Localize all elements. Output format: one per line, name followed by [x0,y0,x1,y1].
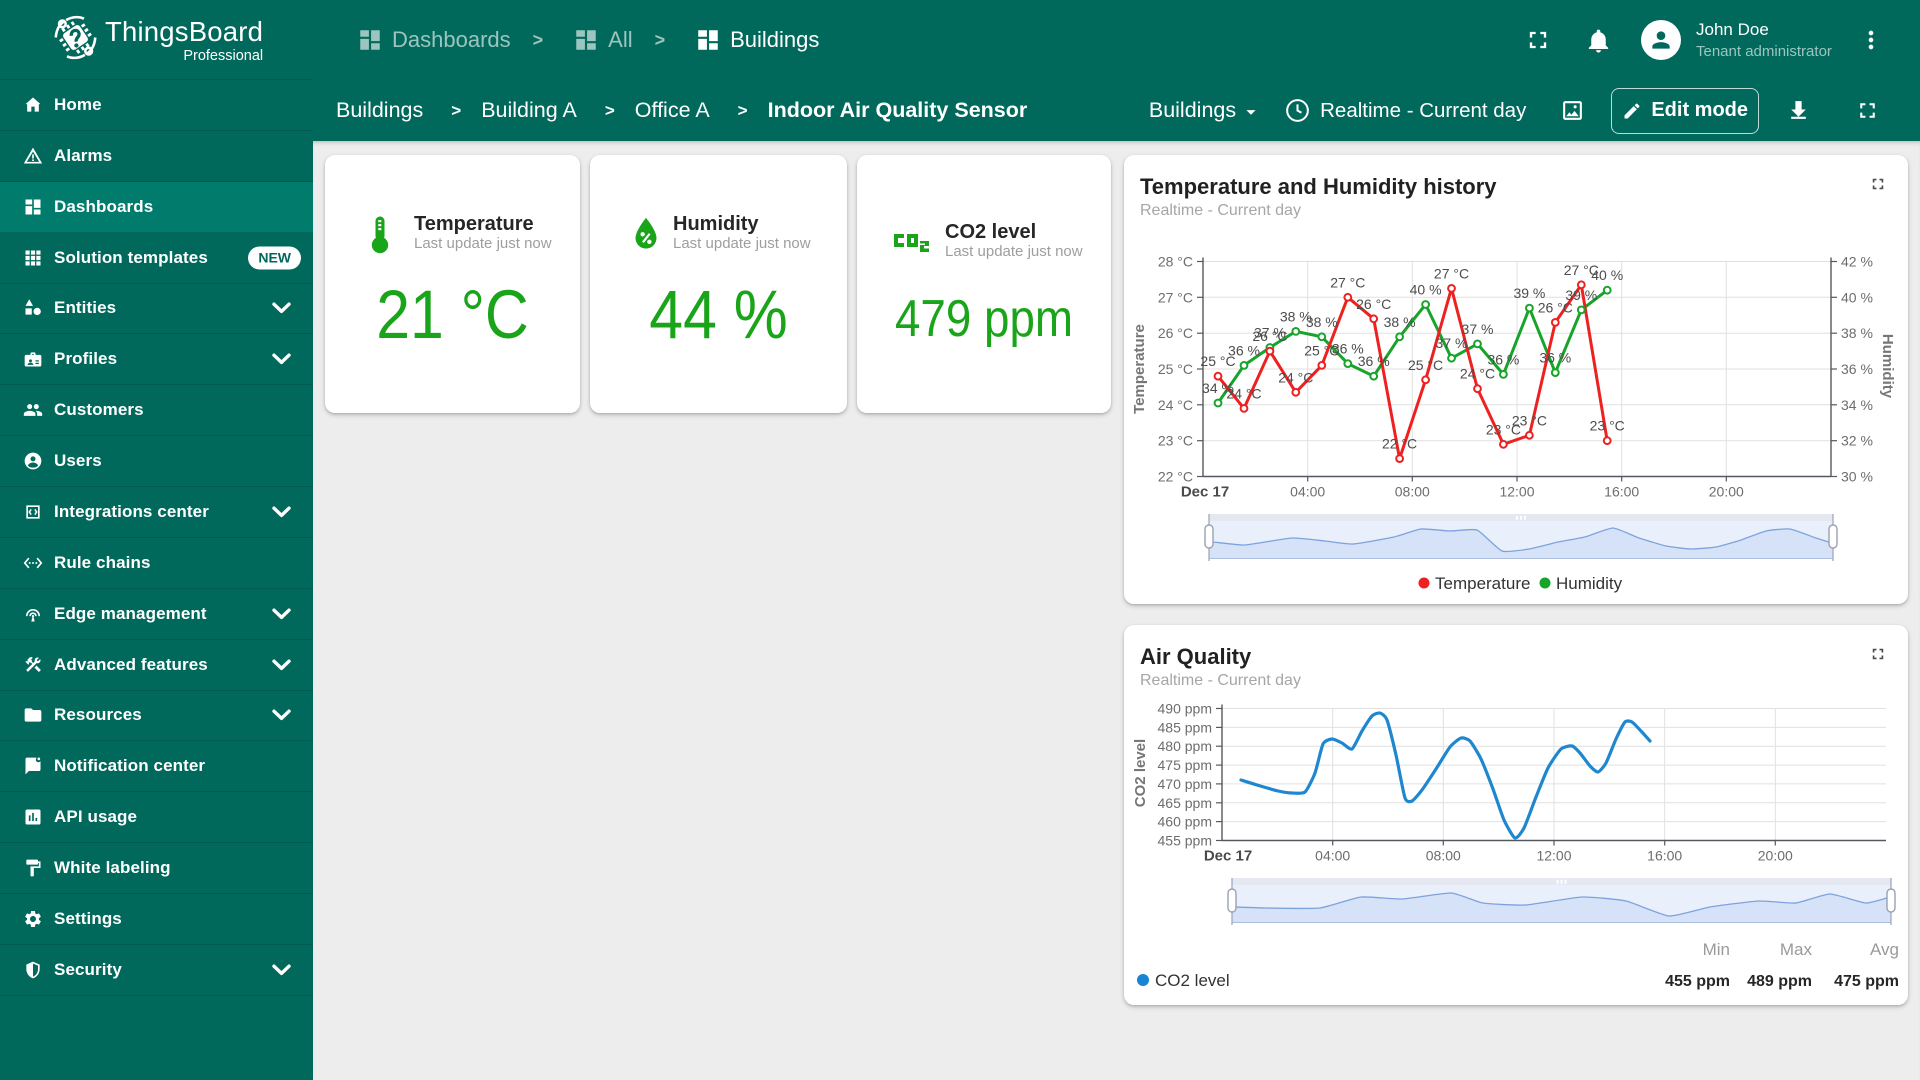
svg-text:24 °C: 24 °C [1460,366,1495,382]
svg-text:36 %: 36 % [1841,361,1873,377]
svg-text:04:00: 04:00 [1290,484,1325,500]
svg-text:27 °C: 27 °C [1158,289,1193,305]
svg-text:38 %: 38 % [1306,314,1338,330]
svg-text:Avg: Avg [1870,940,1899,959]
svg-text:40 %: 40 % [1841,289,1873,305]
svg-text:475 ppm: 475 ppm [1834,973,1899,990]
svg-text:22 °C: 22 °C [1382,436,1417,452]
svg-text:27 °C: 27 °C [1434,265,1469,281]
svg-text:455 ppm: 455 ppm [1158,833,1212,849]
svg-text:480 ppm: 480 ppm [1158,738,1212,754]
svg-text:25 °C: 25 °C [1158,361,1193,377]
svg-text:36 %: 36 % [1358,353,1390,369]
svg-text:485 ppm: 485 ppm [1158,719,1212,735]
svg-text:08:00: 08:00 [1426,848,1461,864]
svg-text:20:00: 20:00 [1709,484,1744,500]
svg-text:26 °C: 26 °C [1158,325,1193,341]
svg-text:Temperature: Temperature [1131,324,1148,414]
svg-text:26 °C: 26 °C [1538,299,1573,315]
svg-text:455 ppm: 455 ppm [1665,973,1730,990]
svg-text:460 ppm: 460 ppm [1158,814,1212,830]
svg-text:38 %: 38 % [1384,314,1416,330]
svg-text:490 ppm: 490 ppm [1158,701,1212,717]
svg-text:25 °C: 25 °C [1408,357,1443,373]
svg-text:25 °C: 25 °C [1200,353,1235,369]
svg-text:25 °C: 25 °C [1304,342,1339,358]
svg-text:23 °C: 23 °C [1158,433,1193,449]
svg-text:27 °C: 27 °C [1564,262,1599,278]
svg-text:04:00: 04:00 [1315,848,1350,864]
svg-text:27 °C: 27 °C [1330,274,1365,290]
svg-text:23 °C: 23 °C [1512,412,1547,428]
svg-text:34 %: 34 % [1841,397,1873,413]
svg-text:32 %: 32 % [1841,433,1873,449]
svg-text:Humidity: Humidity [1556,574,1623,593]
svg-text:30 %: 30 % [1841,469,1873,485]
svg-text:38 %: 38 % [1841,325,1873,341]
svg-text:23 °C: 23 °C [1590,418,1625,434]
svg-text:20:00: 20:00 [1758,848,1793,864]
svg-text:40 %: 40 % [1410,282,1442,298]
svg-text:36 %: 36 % [1539,350,1571,366]
svg-text:Dec 17: Dec 17 [1204,848,1252,865]
svg-text:Dec 17: Dec 17 [1181,484,1229,501]
svg-text:16:00: 16:00 [1604,484,1639,500]
svg-text:475 ppm: 475 ppm [1158,757,1212,773]
svg-text:37 %: 37 % [1436,335,1468,351]
svg-text:Temperature: Temperature [1435,574,1530,593]
svg-text:42 %: 42 % [1841,254,1873,270]
svg-text:CO2 level: CO2 level [1132,739,1149,807]
svg-text:Min: Min [1703,940,1730,959]
svg-text:16:00: 16:00 [1647,848,1682,864]
svg-text:22 °C: 22 °C [1158,469,1193,485]
svg-text:08:00: 08:00 [1395,484,1430,500]
svg-text:Max: Max [1780,940,1813,959]
svg-text:489 ppm: 489 ppm [1747,973,1812,990]
svg-text:26 °C: 26 °C [1252,328,1287,344]
svg-text:CO2 level: CO2 level [1155,971,1230,990]
svg-text:28 °C: 28 °C [1158,254,1193,270]
svg-text:12:00: 12:00 [1536,848,1571,864]
svg-text:Humidity: Humidity [1879,334,1896,399]
svg-text:12:00: 12:00 [1499,484,1534,500]
svg-text:37 %: 37 % [1462,321,1494,337]
svg-text:24 °C: 24 °C [1226,385,1261,401]
svg-text:465 ppm: 465 ppm [1158,795,1212,811]
svg-text:26 °C: 26 °C [1356,296,1391,312]
svg-text:470 ppm: 470 ppm [1158,776,1212,792]
svg-text:24 °C: 24 °C [1278,369,1313,385]
svg-text:24 °C: 24 °C [1158,397,1193,413]
